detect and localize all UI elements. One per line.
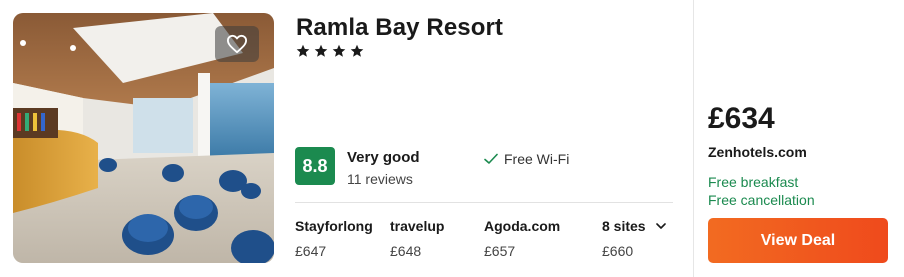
review-count[interactable]: 11 reviews: [347, 171, 413, 187]
heart-icon: [227, 34, 247, 54]
star-icon: [296, 44, 310, 57]
amenity-free-wifi: Free Wi-Fi: [484, 151, 569, 167]
hotel-result-card: Ramla Bay Resort 8.8 Very good 11 review…: [0, 0, 904, 277]
star-icon: [314, 44, 328, 57]
star-icon: [350, 44, 364, 57]
site-name: Stayforlong: [295, 218, 373, 234]
site-offer-travelup[interactable]: travelup £648: [390, 218, 444, 259]
star-icon: [332, 44, 346, 57]
site-offer-stayforlong[interactable]: Stayforlong £647: [295, 218, 373, 259]
favorite-button[interactable]: [215, 26, 259, 62]
site-name: Agoda.com: [484, 218, 561, 234]
star-rating: [296, 44, 364, 58]
check-icon: [484, 153, 498, 164]
site-offer-agoda[interactable]: Agoda.com £657: [484, 218, 560, 259]
divider: [295, 202, 673, 203]
site-price: £647: [295, 243, 327, 259]
site-name: travelup: [390, 218, 445, 234]
site-price: £657: [484, 243, 516, 259]
more-sites-price: £660: [602, 243, 634, 259]
site-price: £648: [390, 243, 422, 259]
deal-price: £634: [708, 102, 775, 135]
more-sites-label: 8 sites: [602, 218, 646, 234]
more-sites-dropdown[interactable]: 8 sites £660: [602, 218, 666, 259]
rating-label: Very good: [347, 149, 420, 166]
chevron-down-icon: [655, 222, 666, 229]
view-deal-button[interactable]: View Deal: [708, 218, 888, 263]
perk-free-breakfast: Free breakfast: [708, 174, 799, 190]
rating-score-badge: 8.8: [295, 147, 335, 185]
hotel-name[interactable]: Ramla Bay Resort: [296, 14, 503, 42]
deal-provider: Zenhotels.com: [708, 144, 807, 160]
perk-free-cancellation: Free cancellation: [708, 192, 815, 208]
amenity-label: Free Wi-Fi: [504, 151, 570, 167]
column-divider: [693, 0, 694, 277]
